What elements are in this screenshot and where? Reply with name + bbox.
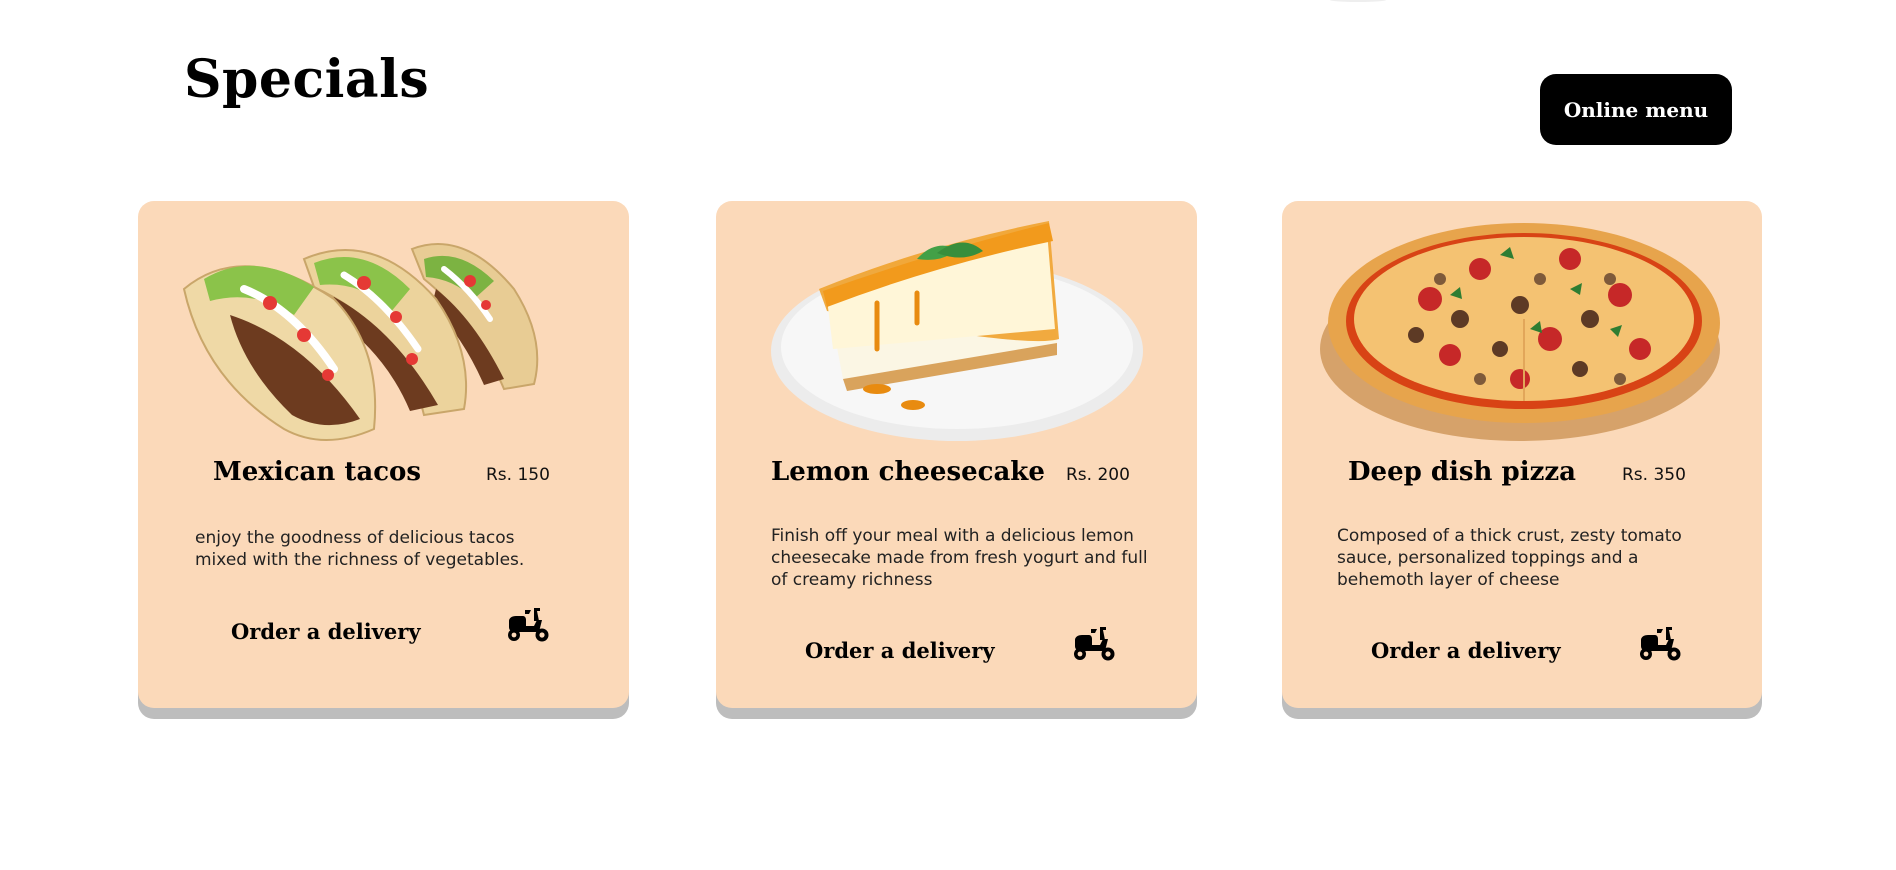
scooter-icon[interactable]: [1637, 623, 1683, 663]
card-description: Composed of a thick crust, zesty tomato …: [1337, 526, 1682, 590]
tacos-image: [182, 243, 538, 441]
order-delivery-link[interactable]: Order a delivery: [231, 618, 421, 646]
page-title: Specials: [184, 49, 430, 110]
card-title: Lemon cheesecake: [771, 457, 1045, 487]
card-description: Finish off your meal with a delicious le…: [771, 526, 1148, 590]
online-menu-button[interactable]: Online menu: [1540, 74, 1732, 145]
pizza-image: [1320, 223, 1720, 441]
card-title: Mexican tacos: [213, 457, 421, 487]
cheesecake-image: [770, 221, 1143, 441]
card-title: Deep dish pizza: [1348, 457, 1576, 487]
scooter-icon[interactable]: [505, 604, 551, 644]
card-price: Rs. 150: [486, 465, 550, 485]
special-card: Mexican tacos Rs. 150 enjoy the goodness…: [138, 201, 629, 708]
special-card: Lemon cheesecake Rs. 200 Finish off your…: [716, 201, 1197, 708]
scooter-icon[interactable]: [1071, 623, 1117, 663]
card-description: enjoy the goodness of delicious tacos mi…: [195, 528, 525, 570]
card-price: Rs. 350: [1622, 465, 1686, 485]
top-decoration: [1330, 0, 1386, 2]
card-price: Rs. 200: [1066, 465, 1130, 485]
order-delivery-link[interactable]: Order a delivery: [1371, 637, 1561, 665]
special-card: Deep dish pizza Rs. 350 Composed of a th…: [1282, 201, 1762, 708]
order-delivery-link[interactable]: Order a delivery: [805, 637, 995, 665]
